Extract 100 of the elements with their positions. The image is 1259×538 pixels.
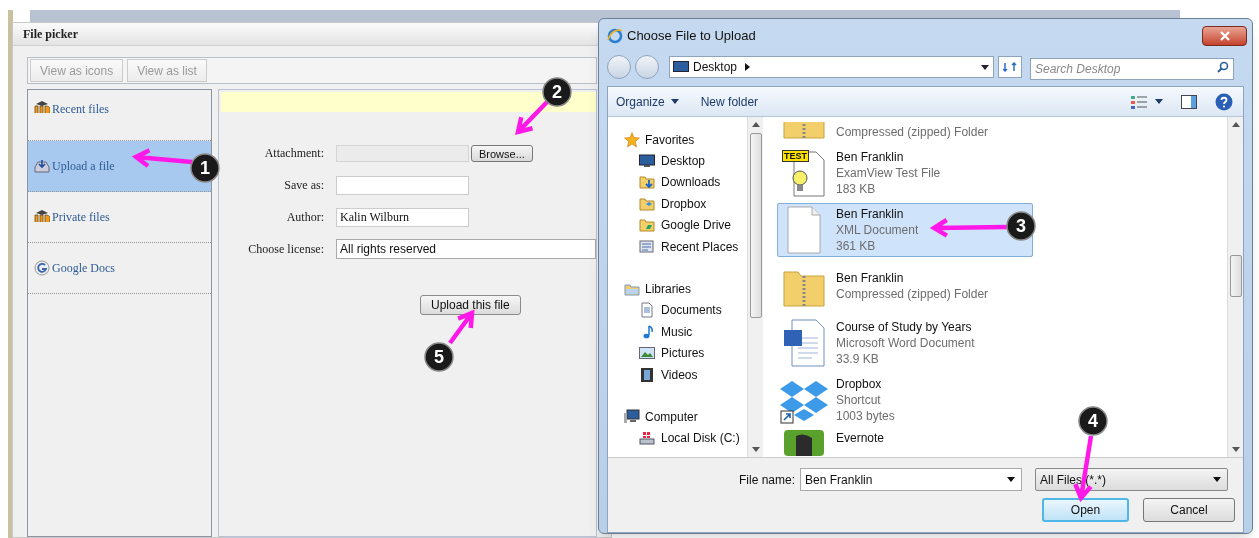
file-item[interactable]: Compressed (zipped) Folder	[777, 117, 1033, 143]
nav-item[interactable]: Pictures	[639, 342, 747, 364]
pointer-arrow	[131, 148, 195, 169]
file-type: Microsoft Word Document	[836, 335, 975, 352]
attachment-field[interactable]	[336, 144, 469, 162]
field-label: Author:	[285, 209, 324, 226]
close-button[interactable]	[1202, 25, 1247, 46]
file-item[interactable]: TEST Ben Franklin ExamView Test File 183 KB	[777, 145, 1033, 200]
cancel-button[interactable]: Cancel	[1143, 498, 1235, 522]
refresh-icon	[1003, 61, 1017, 73]
step-number-marker: 1	[190, 153, 220, 183]
dropdown-arrow-icon	[1213, 477, 1222, 482]
step-number-marker: 3	[1006, 211, 1036, 241]
nav-item[interactable]: Videos	[639, 364, 747, 386]
dropdown-arrow-icon	[1155, 99, 1163, 104]
scroll-up-arrow-icon	[751, 122, 760, 127]
step-number-marker: 5	[424, 342, 454, 372]
search-icon	[1217, 61, 1229, 73]
file-name: Ben Franklin	[836, 270, 905, 287]
nav-item[interactable]: Desktop	[639, 150, 747, 172]
film-strip-icon	[639, 366, 655, 383]
file-type: Compressed (zipped) Folder	[836, 286, 989, 303]
document-icon	[639, 302, 655, 319]
dropdown-arrow-icon	[981, 64, 989, 70]
file-type-value: All Files (*.*)	[1039, 471, 1107, 489]
hard-disk-icon	[639, 430, 655, 447]
nav-group-item[interactable]: Favorites	[624, 129, 747, 150]
picture-icon	[639, 345, 655, 362]
file-name: Evernote	[836, 430, 885, 447]
file-item[interactable]: Evernote	[777, 429, 1033, 457]
sidebar-item[interactable]: Google Docs	[28, 243, 211, 294]
nav-item[interactable]: Music	[639, 321, 747, 343]
scrollbar[interactable]	[747, 117, 763, 457]
file-size: 1003 bytes	[836, 408, 895, 425]
sidebar-item[interactable]: Private files	[28, 192, 211, 243]
computer-icon	[624, 409, 640, 425]
window-title: File picker	[23, 26, 78, 43]
upload-button[interactable]: Upload this file	[420, 295, 521, 315]
file-name: Course of Study by Years	[836, 319, 973, 336]
scrollbar-thumb[interactable]	[1229, 255, 1242, 297]
star-icon	[624, 131, 640, 148]
organize-menu[interactable]: Organize	[616, 92, 679, 111]
license-dropdown[interactable]: All rights reserved	[336, 239, 596, 259]
save-as-field[interactable]	[336, 175, 469, 195]
pointer-arrow	[515, 99, 550, 136]
browser-logo-icon	[607, 27, 623, 44]
file-type: ExamView Test File	[836, 164, 941, 181]
search-field[interactable]: Search Desktop	[1030, 58, 1234, 80]
file-type: Shortcut	[836, 392, 882, 409]
folder-download-icon	[639, 174, 655, 191]
nav-item[interactable]: Local Disk (C:)	[639, 427, 747, 449]
window-title: Choose File to Upload	[627, 26, 756, 45]
view-options-icon	[1131, 94, 1147, 109]
scroll-down-arrow-icon	[751, 447, 760, 452]
file-type-dropdown[interactable]: All Files (*.*)	[1035, 468, 1229, 491]
file-item[interactable]: Dropbox Shortcut 1003 bytes	[777, 373, 1033, 428]
author-field[interactable]: Kalin Wilburn	[336, 207, 469, 227]
library-folder-icon	[624, 281, 640, 297]
browse-button[interactable]: Browse...	[471, 144, 533, 162]
file-item[interactable]: Ben Franklin Compressed (zipped) Folder	[777, 259, 1033, 314]
toolbar-button[interactable]: New folder	[700, 92, 759, 111]
address-bar[interactable]: Desktop	[669, 56, 994, 78]
back-button[interactable]	[607, 55, 631, 79]
forward-button[interactable]	[635, 55, 659, 79]
dropdown-arrow-icon	[1007, 477, 1016, 482]
file-name: Ben Franklin	[836, 205, 905, 222]
field-label: Choose license:	[247, 241, 324, 258]
folder-box-icon	[639, 195, 655, 212]
nav-item[interactable]: Documents	[639, 299, 747, 321]
file-name-value: Ben Franklin	[804, 471, 873, 489]
scrollbar-thumb[interactable]	[749, 133, 762, 318]
field-label: Attachment:	[263, 145, 324, 162]
word-document-icon	[782, 318, 826, 369]
file-name: Dropbox	[836, 376, 883, 393]
monitor-icon	[673, 61, 689, 73]
scroll-up-arrow-icon	[1231, 122, 1240, 127]
nav-item[interactable]: Recent Places	[639, 236, 747, 258]
zip-folder-icon	[782, 121, 826, 140]
open-button[interactable]: Open	[1042, 498, 1129, 522]
help-icon	[1215, 92, 1233, 111]
nav-item[interactable]: Google Drive	[639, 214, 747, 236]
file-size: 361 KB	[836, 237, 877, 254]
nav-item[interactable]: Downloads	[639, 171, 747, 193]
step-number-marker: 4	[1078, 406, 1108, 436]
file-name-field[interactable]: Ben Franklin	[800, 468, 1023, 491]
file-size: 183 KB	[836, 180, 877, 197]
step-number-marker: 2	[542, 77, 572, 107]
nav-group-item[interactable]: Libraries	[624, 278, 747, 300]
file-name: Ben Franklin	[836, 148, 905, 165]
folder-drive-icon	[639, 217, 655, 234]
upload-tray-icon	[34, 158, 50, 174]
dropdown-arrow-icon	[670, 99, 679, 104]
nav-group-item[interactable]: Computer	[624, 406, 747, 428]
file-item[interactable]: Course of Study by Years Microsoft Word Document 33.9 KB	[777, 316, 1033, 371]
close-icon	[1219, 30, 1230, 41]
nav-item[interactable]: Dropbox	[639, 193, 747, 215]
monitor-icon	[639, 152, 655, 169]
refresh-button[interactable]	[998, 56, 1022, 78]
scrollbar[interactable]	[1227, 117, 1243, 457]
field-label: Save as:	[283, 177, 324, 194]
